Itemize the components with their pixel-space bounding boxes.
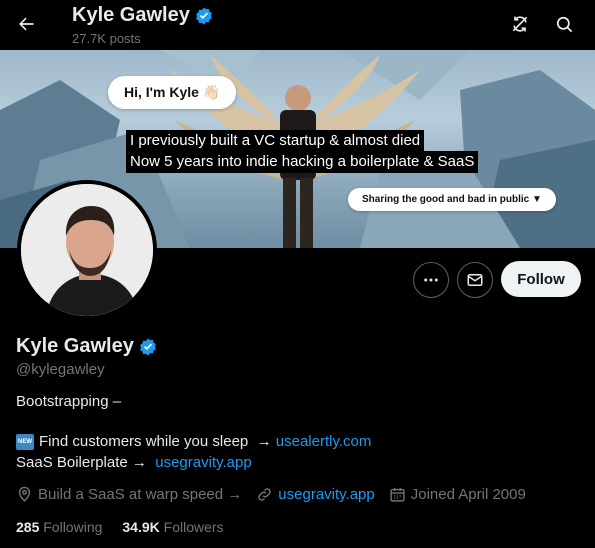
new-badge-icon: NEW — [16, 433, 34, 450]
header-title: Kyle Gawley — [72, 4, 214, 27]
following-link[interactable]: 285 Following — [16, 519, 102, 535]
location-icon — [18, 486, 31, 502]
back-arrow-icon — [19, 17, 34, 31]
following-count: 285 — [16, 519, 40, 535]
banner-caption-line1: I previously built a VC startup & almost… — [126, 130, 425, 152]
profile-meta: Build a SaaS at warp speed → usegravity.… — [16, 486, 540, 503]
profile-handle: @kylegawley — [16, 361, 105, 378]
header-name: Kyle Gawley — [72, 4, 190, 26]
profile-name-row: Kyle Gawley — [16, 335, 158, 358]
bio-line3: SaaS Boilerplate → usegravity.app — [16, 454, 252, 471]
back-button[interactable] — [8, 6, 44, 42]
post-count: 27.7K posts — [72, 31, 141, 46]
search-button[interactable] — [546, 6, 582, 42]
followers-link[interactable]: 34.9K Followers — [122, 519, 223, 535]
website-link[interactable]: usegravity.app — [278, 486, 374, 503]
calendar-icon — [390, 488, 405, 502]
more-button[interactable] — [413, 262, 449, 298]
message-icon — [467, 274, 483, 286]
bio-line2: NEW Find customers while you sleep → use… — [16, 433, 371, 450]
link-icon — [258, 488, 272, 501]
bio-line2-text: Find customers while you sleep → — [39, 433, 276, 450]
message-button[interactable] — [457, 262, 493, 298]
banner-caption-line2: Now 5 years into indie hacking a boilerp… — [126, 151, 479, 173]
avatar-photo — [21, 184, 153, 316]
more-icon — [424, 278, 438, 282]
banner-pill: Sharing the good and bad in public ▼ — [348, 188, 556, 211]
bio-link-gravity[interactable]: usegravity.app — [155, 454, 251, 471]
followers-label: Followers — [163, 519, 224, 535]
location-text: Build a SaaS at warp speed → — [38, 486, 243, 503]
top-bar: Kyle Gawley 27.7K posts — [0, 0, 595, 50]
location-item: Build a SaaS at warp speed → — [16, 486, 242, 503]
refresh-icon — [512, 16, 528, 32]
followers-count: 34.9K — [122, 519, 160, 535]
follow-stats: 285 Following 34.9K Followers — [16, 519, 224, 535]
website-item: usegravity.app — [256, 486, 375, 503]
follow-button[interactable]: Follow — [501, 261, 581, 297]
bio-line3-text: SaaS Boilerplate → — [16, 454, 152, 471]
search-icon — [556, 16, 572, 32]
avatar[interactable] — [17, 180, 157, 320]
bio-line1: Bootstrapping – — [16, 393, 122, 410]
joined-item: Joined April 2009 — [389, 486, 526, 503]
banner-speech-bubble: Hi, I'm Kyle 👋🏻 — [108, 76, 237, 109]
joined-text: Joined April 2009 — [410, 486, 526, 503]
following-label: Following — [43, 519, 103, 535]
bio-link-alertly[interactable]: usealertly.com — [276, 433, 372, 450]
refresh-button[interactable] — [502, 6, 538, 42]
verified-badge-icon[interactable] — [138, 337, 158, 357]
profile-name: Kyle Gawley — [16, 335, 134, 357]
verified-badge-icon — [196, 7, 212, 24]
